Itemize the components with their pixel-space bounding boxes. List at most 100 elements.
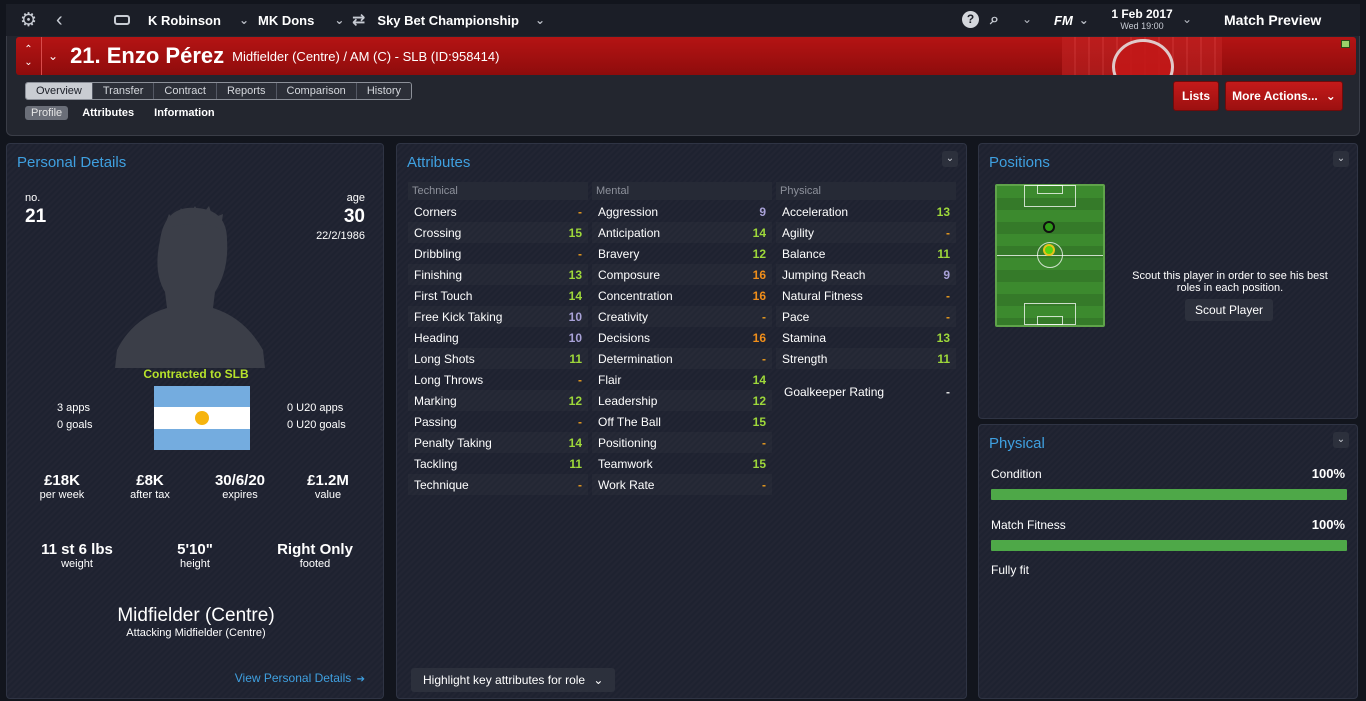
player-menu-chevron-icon[interactable]: ⌄ [48, 49, 58, 63]
attribute-row[interactable]: Penalty Taking 14 [408, 432, 588, 453]
attribute-value: - [762, 351, 766, 366]
attribute-row[interactable]: Teamwork 15 [592, 453, 772, 474]
contract-expiry-stat: 30/6/20 expires [205, 472, 275, 501]
attribute-row[interactable]: Free Kick Taking 10 [408, 306, 588, 327]
attribute-row[interactable]: Long Shots 11 [408, 348, 588, 369]
more-actions-button[interactable]: More Actions... ⌄ [1225, 81, 1343, 111]
attribute-row[interactable]: Acceleration 13 [776, 201, 956, 222]
goals-count: 0 goals [57, 419, 93, 431]
position-pitch-map [995, 184, 1105, 327]
attribute-row[interactable]: Crossing 15 [408, 222, 588, 243]
attribute-name: Strength [782, 351, 828, 366]
gear-icon[interactable]: ⚙ [20, 4, 37, 36]
chevron-up-icon[interactable]: ⌃ [24, 43, 32, 56]
goalkeeper-rating-label: Goalkeeper Rating [784, 384, 885, 399]
help-icon[interactable]: ? [962, 11, 979, 28]
player-tabs: Overview Transfer Contract Reports Compa… [25, 82, 413, 100]
attribute-row[interactable]: Tackling 11 [408, 453, 588, 474]
highlight-attributes-dropdown[interactable]: Highlight key attributes for role ⌄ [411, 668, 616, 692]
attribute-row[interactable]: Jumping Reach 9 [776, 264, 956, 285]
attribute-row[interactable]: Agility - [776, 222, 956, 243]
attribute-row[interactable]: Flair 14 [592, 369, 772, 390]
attribute-row[interactable]: Aggression 9 [592, 201, 772, 222]
attribute-row[interactable]: Dribbling - [408, 243, 588, 264]
search-icon[interactable]: ⌕ [990, 4, 999, 36]
attribute-row[interactable]: Passing - [408, 411, 588, 432]
player-nav-arrows[interactable]: ⌃ ⌄ [16, 37, 42, 75]
chevron-down-icon: ⌄ [334, 13, 345, 27]
secondary-position: Attacking Midfielder (Centre) [126, 627, 266, 639]
attribute-value: 13 [936, 330, 950, 345]
attribute-row[interactable]: Technique - [408, 474, 588, 495]
height-stat: 5'10" height [155, 541, 235, 570]
window-icon[interactable] [1341, 40, 1350, 48]
contract-expiry-label: expires [222, 489, 258, 501]
attribute-name: Natural Fitness [782, 288, 863, 303]
collapse-chevron-icon[interactable]: ⌄ [1333, 151, 1349, 167]
subtab-attributes[interactable]: Attributes [76, 106, 140, 120]
back-icon[interactable]: ‹ [56, 4, 63, 36]
attribute-row[interactable]: Natural Fitness - [776, 285, 956, 306]
attribute-name: Stamina [782, 330, 827, 345]
subtab-information[interactable]: Information [148, 106, 221, 120]
attribute-row[interactable]: Stamina 13 [776, 327, 956, 348]
attribute-row[interactable]: Concentration 16 [592, 285, 772, 306]
attribute-row[interactable]: Composure 16 [592, 264, 772, 285]
attribute-row[interactable]: Anticipation 14 [592, 222, 772, 243]
attribute-row[interactable]: Leadership 12 [592, 390, 772, 411]
chevron-down-icon[interactable]: ⌄ [1182, 12, 1192, 26]
date-display[interactable]: 1 Feb 2017 Wed 19:00 [1106, 7, 1178, 31]
shirt-number-label: no. [25, 192, 41, 204]
attribute-row[interactable]: Balance 11 [776, 243, 956, 264]
scout-message: Scout this player in order to see his be… [1132, 270, 1328, 294]
view-personal-details-link[interactable]: View Personal Details ➔ [235, 671, 365, 685]
attribute-value: 10 [568, 330, 582, 345]
height-label: height [180, 558, 210, 570]
attribute-row[interactable]: Marking 12 [408, 390, 588, 411]
continue-button[interactable]: Match Preview [1224, 4, 1321, 36]
panel-title: Physical [989, 435, 1045, 452]
subtab-profile[interactable]: Profile [25, 106, 69, 120]
tab-overview[interactable]: Overview [26, 83, 93, 99]
attribute-row[interactable]: Corners - [408, 201, 588, 222]
competition-menu[interactable]: ⇄ Sky Bet Championship ⌄ [352, 4, 545, 36]
attribute-row[interactable]: Off The Ball 15 [592, 411, 772, 432]
attribute-row[interactable]: Heading 10 [408, 327, 588, 348]
attribute-row[interactable]: First Touch 14 [408, 285, 588, 306]
attribute-row[interactable]: Positioning - [592, 432, 772, 453]
attribute-value: 15 [752, 414, 766, 429]
date-of-birth: 22/2/1986 [316, 230, 365, 242]
attribute-value: 15 [752, 456, 766, 471]
attribute-row[interactable]: Decisions 16 [592, 327, 772, 348]
chevron-down-icon[interactable]: ⌄ [24, 56, 32, 69]
attribute-name: Crossing [414, 225, 462, 240]
pitch-top-six-yard [1037, 185, 1063, 194]
attribute-value: 14 [568, 288, 582, 303]
swap-icon: ⇄ [352, 12, 366, 29]
tab-history[interactable]: History [356, 83, 412, 99]
attribute-row[interactable]: Determination - [592, 348, 772, 369]
collapse-chevron-icon[interactable]: ⌄ [1333, 432, 1349, 448]
attribute-value: 14 [752, 225, 766, 240]
collapse-chevron-icon[interactable]: ⌄ [942, 151, 958, 167]
fm-logo: FM [1054, 12, 1073, 28]
tab-reports[interactable]: Reports [216, 83, 277, 99]
attribute-row[interactable]: Long Throws - [408, 369, 588, 390]
tab-transfer[interactable]: Transfer [92, 83, 155, 99]
attribute-row[interactable]: Bravery 12 [592, 243, 772, 264]
club-menu[interactable]: MK Dons ⌄ [258, 4, 344, 36]
attribute-value: - [578, 477, 582, 492]
chevron-down-icon: ⌄ [534, 13, 546, 27]
chevron-down-icon[interactable]: ⌄ [1022, 12, 1032, 26]
fm-menu[interactable]: FM ⌄ [1054, 4, 1089, 36]
scout-player-button[interactable]: Scout Player [1185, 299, 1273, 321]
attribute-row[interactable]: Pace - [776, 306, 956, 327]
attribute-row[interactable]: Strength 11 [776, 348, 956, 369]
attribute-row[interactable]: Creativity - [592, 306, 772, 327]
attribute-row[interactable]: Finishing 13 [408, 264, 588, 285]
attribute-row[interactable]: Work Rate - [592, 474, 772, 495]
lists-button[interactable]: Lists [1173, 81, 1219, 111]
manager-menu[interactable]: K Robinson ⌄ [114, 4, 249, 36]
tab-comparison[interactable]: Comparison [276, 83, 357, 99]
tab-contract[interactable]: Contract [154, 83, 217, 99]
